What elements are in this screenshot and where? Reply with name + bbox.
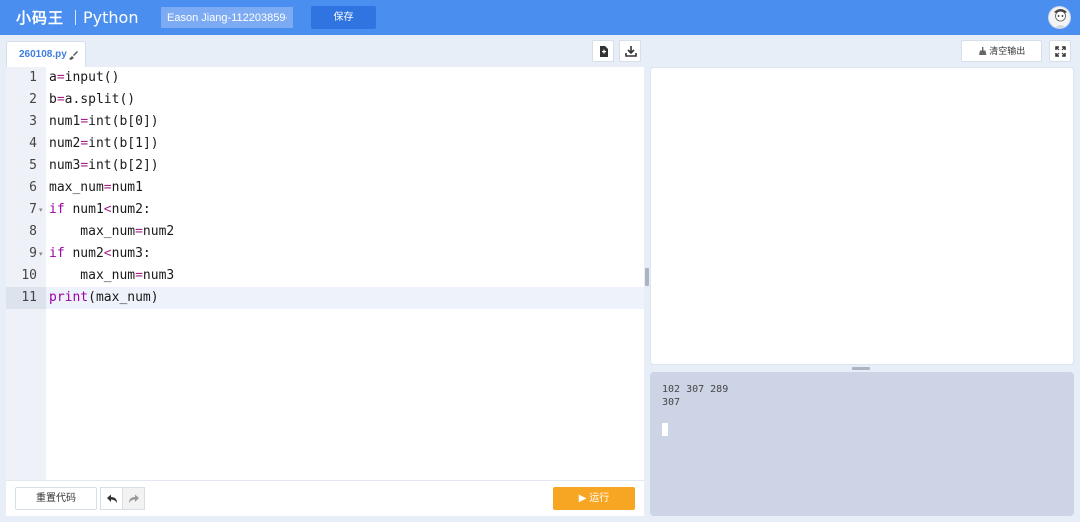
logo-divider	[75, 10, 76, 25]
horizontal-splitter-handle[interactable]	[852, 367, 870, 370]
code-text[interactable]: a=input()	[49, 67, 119, 89]
editor-tab-bar: 260108.py	[6, 37, 644, 67]
new-file-button[interactable]	[592, 40, 614, 62]
fold-arrow-icon[interactable]: ▾	[39, 207, 43, 214]
line-number: 2	[29, 92, 37, 107]
code-line[interactable]: 4 num2=int(b[1])	[6, 133, 644, 155]
clear-output-label: 清空输出	[989, 46, 1026, 56]
fold-arrow-icon[interactable]: ▾	[39, 251, 43, 258]
code-line[interactable]: 10 max_num=num3	[6, 265, 644, 287]
input-cursor	[662, 423, 668, 436]
console-line: 307	[662, 397, 681, 408]
code-text[interactable]: num2=int(b[1])	[49, 133, 159, 155]
code-line[interactable]: 7 ▾ if num1<num2:	[6, 199, 644, 221]
line-number: 4	[29, 136, 37, 151]
code-text[interactable]: max_num=num3	[49, 265, 174, 287]
code-text[interactable]: b=a.split()	[49, 89, 135, 111]
line-number: 10	[21, 268, 37, 283]
console-line: 102 307 289	[662, 384, 729, 395]
graphics-output-panel	[650, 67, 1074, 365]
line-number: 1	[29, 70, 37, 85]
code-editor[interactable]: 1 a=input() 2 b=a.split() 3 num1=int(b[0…	[6, 67, 644, 480]
code-line[interactable]: 6 max_num=num1	[6, 177, 644, 199]
undo-button[interactable]	[100, 487, 123, 510]
fullscreen-button[interactable]	[1049, 40, 1071, 62]
broom-icon	[978, 46, 990, 56]
clear-output-button[interactable]: 清空输出	[961, 40, 1042, 62]
product-name: Python	[83, 8, 139, 27]
app-logo[interactable]: 小码王	[16, 7, 64, 28]
redo-button[interactable]	[122, 487, 145, 510]
reset-code-button[interactable]: 重置代码	[15, 487, 97, 510]
line-number: 6	[29, 180, 37, 195]
user-avatar[interactable]	[1048, 6, 1071, 29]
console-output[interactable]: 102 307 289 307	[650, 372, 1074, 516]
file-tab-label: 260108.py	[19, 49, 67, 60]
code-line[interactable]: 2 b=a.split()	[6, 89, 644, 111]
run-button[interactable]: ▶ 运行	[553, 487, 635, 510]
project-title-input[interactable]	[161, 7, 293, 28]
code-text[interactable]: max_num=num1	[49, 177, 143, 199]
code-line[interactable]: 1 a=input()	[6, 67, 644, 89]
line-number: 5	[29, 158, 37, 173]
edit-brush-icon[interactable]	[67, 48, 79, 60]
code-line[interactable]: 5 num3=int(b[2])	[6, 155, 644, 177]
line-number: 11	[6, 287, 46, 309]
code-line-active[interactable]: 11 print(max_num)	[6, 287, 644, 309]
code-text[interactable]: if num1<num2:	[49, 199, 151, 221]
line-number: 8	[29, 224, 37, 239]
code-line[interactable]: 9 ▾ if num2<num3:	[6, 243, 644, 265]
vertical-splitter-handle[interactable]	[645, 268, 649, 286]
editor-bottom-bar: 重置代码 ▶ 运行	[6, 480, 644, 516]
download-button[interactable]	[619, 40, 641, 62]
code-text[interactable]: print(max_num)	[49, 287, 159, 309]
top-bar: 小码王 Python 保存	[0, 0, 1080, 35]
code-text[interactable]: max_num=num2	[49, 221, 174, 243]
code-text[interactable]: if num2<num3:	[49, 243, 151, 265]
code-line[interactable]: 8 max_num=num2	[6, 221, 644, 243]
code-text[interactable]: num3=int(b[2])	[49, 155, 159, 177]
code-line[interactable]: 3 num1=int(b[0])	[6, 111, 644, 133]
code-text[interactable]: num1=int(b[0])	[49, 111, 159, 133]
save-button[interactable]: 保存	[311, 6, 376, 29]
file-tab[interactable]: 260108.py	[6, 41, 86, 67]
line-number: 3	[29, 114, 37, 129]
